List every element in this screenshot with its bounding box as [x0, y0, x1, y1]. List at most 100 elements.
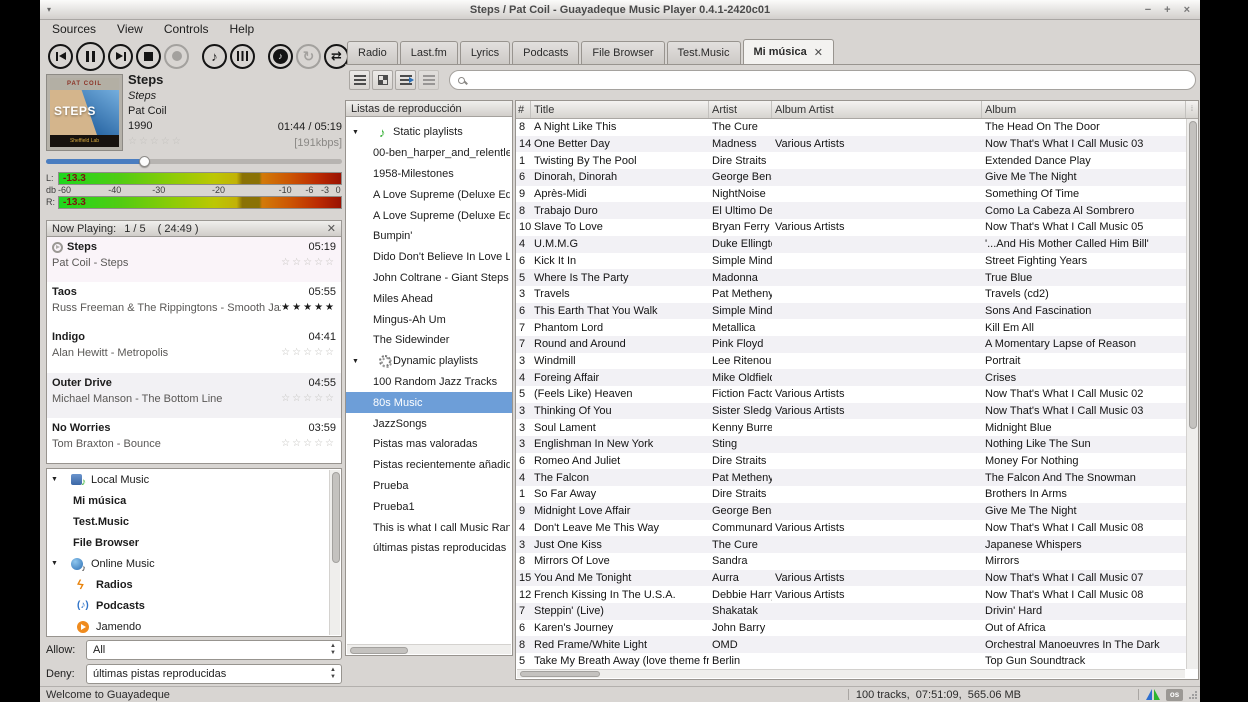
table-row[interactable]: 4U.M.M.GDuke Ellington'...And His Mother…	[516, 236, 1186, 253]
table-row[interactable]: 5(Feels Like) HeavenFiction FactoryVario…	[516, 386, 1186, 403]
table-row[interactable]: 8Mirrors Of LoveSandraMirrors	[516, 553, 1186, 570]
tab-test-music[interactable]: Test.Music	[667, 41, 741, 64]
table-row[interactable]: 3TravelsPat MethenyTravels (cd2)	[516, 286, 1186, 303]
view-jump-button[interactable]	[395, 70, 416, 90]
table-row[interactable]: 4Foreing AffairMike OldfieldCrises	[516, 369, 1186, 386]
table-row[interactable]: 14One Better DayMadnessVarious ArtistsNo…	[516, 136, 1186, 153]
stop-button[interactable]	[136, 44, 161, 69]
view-tree-button[interactable]	[418, 70, 439, 90]
column-chooser-icon[interactable]: ⁞	[1186, 101, 1198, 118]
tab-mi-m-sica[interactable]: Mi música✕	[743, 39, 834, 64]
playlist-item-00-ben-harper-and-relentless7[interactable]: 00-ben_harper_and_relentless7	[346, 143, 512, 164]
expand-arrow-icon[interactable]: ▼	[352, 358, 359, 365]
table-hscrollbar[interactable]	[517, 669, 1185, 678]
now-playing-item[interactable]: Taos05:55Russ Freeman & The Rippingtons …	[47, 282, 341, 327]
allow-combobox[interactable]: All ▲▼	[86, 640, 342, 660]
spinner-icon[interactable]: ▲▼	[330, 667, 336, 681]
column-header-album[interactable]: Album	[982, 101, 1186, 118]
table-row[interactable]: 6Romeo And JulietDire StraitsMoney For N…	[516, 453, 1186, 470]
tab-radio[interactable]: Radio	[347, 41, 398, 64]
playlist-item-dynamic-playlists[interactable]: ▼Dynamic playlists	[346, 351, 512, 372]
playlist-item-1958-milestones[interactable]: 1958-Milestones	[346, 164, 512, 185]
table-row[interactable]: 9Midnight Love AffairGeorge BensonGive M…	[516, 503, 1186, 520]
table-row[interactable]: 1Twisting By The PoolDire StraitsExtende…	[516, 152, 1186, 169]
playlist-item-john-coltrane-giant-steps[interactable]: John Coltrane - Giant Steps	[346, 268, 512, 289]
menu-controls[interactable]: Controls	[164, 22, 209, 36]
tab-podcasts[interactable]: Podcasts	[512, 41, 579, 64]
column-header-[interactable]: #	[516, 101, 531, 118]
table-row[interactable]: 12French Kissing In The U.S.A.Debbie Har…	[516, 586, 1186, 603]
now-playing-item-rating[interactable]: ☆☆☆☆☆	[281, 257, 336, 269]
window-menu-icon[interactable]: ▾	[47, 5, 51, 14]
table-row[interactable]: 3Just One KissThe CureJapanese Whispers	[516, 536, 1186, 553]
now-playing-item[interactable]: No Worries03:59Tom Braxton - Bounce☆☆☆☆☆	[47, 418, 341, 463]
seek-bar[interactable]	[46, 156, 342, 166]
table-row[interactable]: 1So Far AwayDire StraitsBrothers In Arms	[516, 486, 1186, 503]
table-row[interactable]: 8Trabajo DuroEl Ultimo De La FilaComo La…	[516, 202, 1186, 219]
menu-view[interactable]: View	[117, 22, 143, 36]
tab-file-browser[interactable]: File Browser	[581, 41, 664, 64]
table-row[interactable]: 8A Night Like ThisThe CureThe Head On Th…	[516, 119, 1186, 136]
seek-handle[interactable]	[139, 156, 150, 167]
playlists-hscrollbar[interactable]	[347, 644, 511, 654]
now-playing-item-rating[interactable]: ☆☆☆☆☆	[281, 393, 336, 405]
sidebar-item-jamendo[interactable]: Jamendo	[47, 616, 341, 637]
column-header-album-artist[interactable]: Album Artist	[772, 101, 982, 118]
close-button[interactable]: ×	[1184, 1, 1190, 19]
table-row[interactable]: 7Round and AroundPink FloydA Momentary L…	[516, 336, 1186, 353]
volume-button[interactable]: ♪	[202, 44, 227, 69]
table-row[interactable]: 7Steppin' (Live)ShakatakDrivin' Hard	[516, 603, 1186, 620]
view-list-button[interactable]	[349, 70, 370, 90]
spinner-icon[interactable]: ▲▼	[330, 643, 336, 657]
tab-last-fm[interactable]: Last.fm	[400, 41, 458, 64]
now-playing-item[interactable]: Indigo04:41Alan Hewitt - Metropolis☆☆☆☆☆	[47, 327, 341, 372]
expand-arrow-icon[interactable]: ▼	[51, 476, 58, 483]
smart-play-button[interactable]: ♪	[268, 44, 293, 69]
maximize-button[interactable]: +	[1164, 1, 1170, 19]
playlist-item-static-playlists[interactable]: ▼♪Static playlists	[346, 122, 512, 143]
now-playing-item-rating[interactable]: ☆☆☆☆☆	[281, 347, 336, 359]
now-playing-item[interactable]: Outer Drive04:55Michael Manson - The Bot…	[47, 373, 341, 418]
next-button[interactable]	[108, 44, 133, 69]
resize-grip-icon[interactable]	[1189, 691, 1197, 699]
sidebar-item-mi-m-sica[interactable]: Mi música	[47, 490, 341, 511]
expand-arrow-icon[interactable]: ▼	[51, 560, 58, 567]
sidebar-item-radios[interactable]: ϟRadios	[47, 574, 341, 595]
playlist-item-80s-music[interactable]: 80s Music	[346, 392, 512, 413]
playlist-item-a-love-supreme-deluxe-edition[interactable]: A Love Supreme (Deluxe Edition	[346, 205, 512, 226]
playlist-item-the-sidewinder[interactable]: The Sidewinder	[346, 330, 512, 351]
playlist-item-100-random-jazz-tracks[interactable]: 100 Random Jazz Tracks	[346, 372, 512, 393]
table-row[interactable]: 8Red Frame/White LightOMDOrchestral Mano…	[516, 636, 1186, 653]
sidebar-item-file-browser[interactable]: File Browser	[47, 532, 341, 553]
expand-arrow-icon[interactable]: ▼	[352, 129, 359, 136]
sidebar-item-test-music[interactable]: Test.Music	[47, 511, 341, 532]
view-grid-button[interactable]	[372, 70, 393, 90]
table-vscrollbar[interactable]	[1186, 119, 1198, 669]
search-box[interactable]	[449, 70, 1196, 90]
playlist-item-jazzsongs[interactable]: JazzSongs	[346, 413, 512, 434]
table-row[interactable]: 6Kick It InSimple MindsStreet Fighting Y…	[516, 253, 1186, 270]
table-row[interactable]: 6This Earth That You WalkSimple MindsSon…	[516, 303, 1186, 320]
repeat-button[interactable]: ↻	[296, 44, 321, 69]
equalizer-button[interactable]	[230, 44, 255, 69]
playlist-item-mingus-ah-um[interactable]: Mingus-Ah Um	[346, 309, 512, 330]
table-row[interactable]: 4The FalconPat Metheny (Group)The Falcon…	[516, 469, 1186, 486]
now-playing-item-rating[interactable]: ★★★★★	[281, 302, 336, 314]
table-row[interactable]: 7Phantom LordMetallicaKill Em All	[516, 319, 1186, 336]
os-badge[interactable]: os	[1166, 689, 1183, 701]
pause-button[interactable]	[76, 42, 105, 71]
table-row[interactable]: 3WindmillLee RitenourPortrait	[516, 353, 1186, 370]
tab-lyrics[interactable]: Lyrics	[460, 41, 510, 64]
now-playing-item-rating[interactable]: ☆☆☆☆☆	[281, 438, 336, 450]
column-header-title[interactable]: Title	[531, 101, 709, 118]
now-playing-item[interactable]: Steps05:19Pat Coil - Steps☆☆☆☆☆	[47, 237, 341, 282]
table-row[interactable]: 5Take My Breath Away (love theme from To…	[516, 653, 1186, 669]
menu-help[interactable]: Help	[230, 22, 255, 36]
playlist-item-pistas-recientemente-a-adidas[interactable]: Pistas recientemente añadidas	[346, 455, 512, 476]
menu-sources[interactable]: Sources	[52, 22, 96, 36]
sidebar-item-online-music[interactable]: ▼Online Music	[47, 553, 341, 574]
table-row[interactable]: 6Dinorah, DinorahGeorge BensonGive Me Th…	[516, 169, 1186, 186]
track-rating[interactable]: ☆☆☆☆☆	[128, 136, 183, 147]
table-row[interactable]: 5Where Is The PartyMadonnaTrue Blue	[516, 269, 1186, 286]
previous-button[interactable]	[48, 44, 73, 69]
